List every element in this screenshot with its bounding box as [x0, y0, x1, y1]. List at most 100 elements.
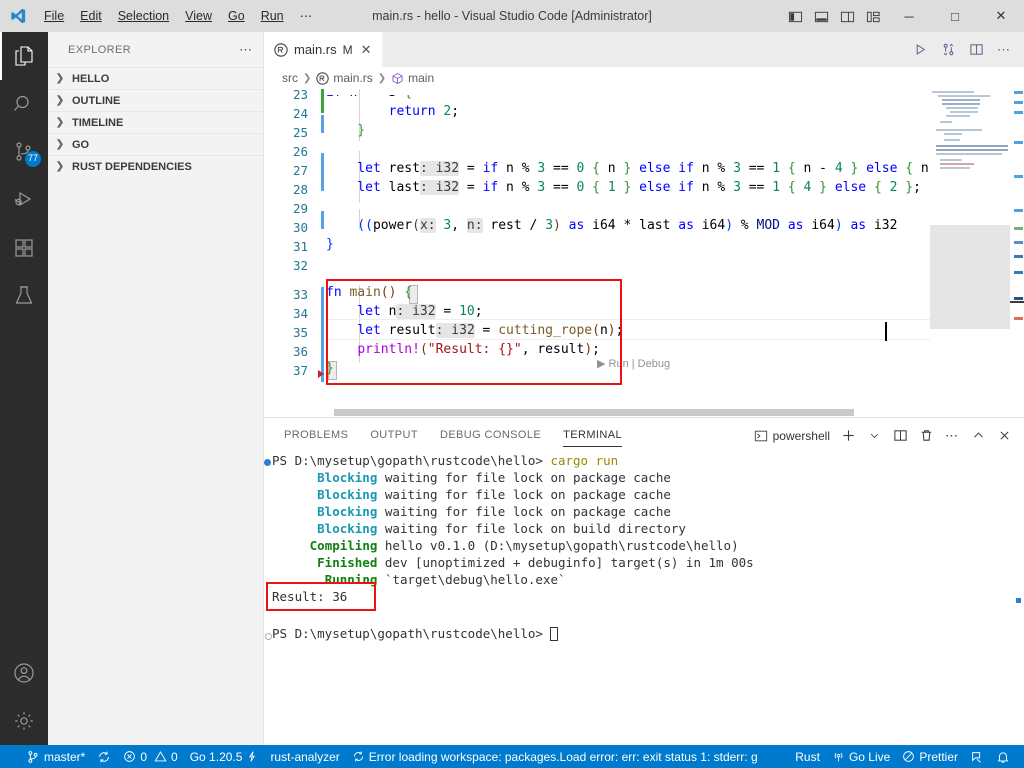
toggle-primary-sidebar-icon[interactable] [782, 0, 808, 32]
minimap-line [936, 145, 1008, 147]
panel-scrollbar-marker [1016, 598, 1021, 603]
editor-vertical-scrollbar[interactable] [1010, 89, 1024, 417]
chevron-right-icon: ❯ [55, 95, 65, 106]
breadcrumb-item-main-rs[interactable]: main.rs [316, 71, 373, 85]
tab-debug-console[interactable]: DEBUG CONSOLE [440, 418, 541, 453]
beaker-icon [12, 284, 36, 308]
current-line-top-border [326, 319, 1024, 320]
breadcrumb-item-main[interactable]: main [391, 71, 434, 85]
terminal-text: waiting for file lock on package cache [377, 504, 671, 519]
editor-group: main.rs M ✕ ⋯ src ❯ main.rs ❯ main 23 24… [264, 32, 1024, 417]
sidebar-more-actions-icon[interactable]: ⋯ [239, 42, 253, 58]
sidebar-item-testing[interactable] [0, 272, 48, 320]
status-language-mode[interactable]: Rust [789, 745, 826, 768]
codelens-run-debug[interactable]: ▶ Run | Debug [597, 357, 670, 370]
terminal-selector[interactable]: powershell [750, 429, 834, 443]
split-editor-icon[interactable] [962, 32, 990, 67]
accounts-button[interactable] [0, 649, 48, 697]
status-problems[interactable]: 0 0 [117, 745, 183, 768]
status-bar: master* 0 0 Go 1.20.5 rust-analyzer Erro… [0, 745, 1024, 768]
sync-icon [352, 750, 365, 763]
maximize-panel-icon[interactable] [966, 423, 990, 449]
line-number-gutter: 23 24 25 26 27 28 29 30 31 32 33 34 35 3… [264, 89, 326, 417]
tab-dirty-badge: M [342, 42, 353, 57]
new-terminal-icon[interactable] [836, 423, 860, 449]
menu-more-label: ⋯ [299, 9, 313, 23]
code-editor[interactable]: 23 24 25 26 27 28 29 30 31 32 33 34 35 3… [264, 89, 1024, 417]
minimap-line [936, 149, 1008, 151]
menu-view-label: View [185, 9, 213, 23]
customize-layout-icon[interactable] [860, 0, 886, 32]
terminal-text: dev [unoptimized + debuginfo] target(s) … [377, 555, 754, 570]
manage-settings-button[interactable] [0, 697, 48, 745]
menu-edit[interactable]: Edit [72, 0, 110, 32]
split-terminal-icon[interactable] [888, 423, 912, 449]
sidebar-item-source-control[interactable]: 77 [0, 128, 48, 176]
menu-more[interactable]: ⋯ [292, 0, 321, 32]
terminal-line-3: Blocking waiting for file lock on packag… [272, 504, 671, 519]
bell-icon [996, 750, 1010, 764]
minimize-button[interactable]: ─ [886, 0, 932, 32]
terminal-output[interactable]: PS D:\mysetup\gopath\rustcode\hello> car… [264, 453, 1024, 745]
toggle-panel-icon[interactable] [808, 0, 834, 32]
command-success-marker [264, 459, 271, 466]
terminal-line-7: Running `target\debug\hello.exe` [272, 572, 566, 587]
tab-terminal[interactable]: TERMINAL [563, 418, 622, 453]
sidebar-section-outline[interactable]: ❯ OUTLINE [48, 89, 263, 111]
activity-bar-bottom [0, 649, 48, 745]
status-go-workspace-error[interactable]: Error loading workspace: packages.Load e… [346, 745, 764, 768]
sidebar-item-search[interactable] [0, 80, 48, 128]
menu-run[interactable]: Run [253, 0, 292, 32]
minimap-line [938, 95, 990, 97]
minimap-line [940, 159, 962, 161]
editor-horizontal-scrollbar-thumb[interactable] [334, 409, 854, 416]
toggle-secondary-sidebar-icon[interactable] [834, 0, 860, 32]
status-go-version[interactable]: Go 1.20.5 [184, 745, 265, 768]
tab-close-icon[interactable]: ✕ [359, 42, 372, 58]
status-rust-analyzer[interactable]: rust-analyzer [264, 745, 345, 768]
sidebar-item-extensions[interactable] [0, 224, 48, 272]
sidebar-section-rust-dependencies[interactable]: ❯ RUST DEPENDENCIES [48, 155, 263, 177]
menu-selection[interactable]: Selection [110, 0, 177, 32]
minimap-slider[interactable] [930, 225, 1010, 329]
sidebar-item-run-and-debug[interactable] [0, 176, 48, 224]
status-notifications[interactable] [990, 745, 1024, 768]
breadcrumb-item-src[interactable]: src [282, 71, 298, 85]
close-panel-icon[interactable] [992, 423, 1016, 449]
kill-terminal-icon[interactable] [914, 423, 938, 449]
status-feedback[interactable] [964, 745, 990, 768]
panel-more-actions-icon[interactable]: ⋯ [940, 423, 964, 449]
menu-file[interactable]: File [36, 0, 72, 32]
status-go-live[interactable]: Go Live [826, 745, 896, 768]
status-prettier[interactable]: Prettier [896, 745, 964, 768]
menu-run-label: Run [260, 9, 284, 23]
terminal-text: waiting for file lock on package cache [377, 487, 671, 502]
sidebar-section-hello[interactable]: ❯ HELLO [48, 67, 263, 89]
tab-main-rs[interactable]: main.rs M ✕ [264, 32, 383, 67]
minimap[interactable] [930, 89, 1010, 417]
editor-more-actions-icon[interactable]: ⋯ [990, 32, 1018, 67]
sidebar-section-go[interactable]: ❯ GO [48, 133, 263, 155]
menu-view[interactable]: View [177, 0, 220, 32]
sidebar-item-explorer[interactable] [0, 32, 48, 80]
tab-output[interactable]: OUTPUT [370, 418, 418, 453]
close-button[interactable]: ✕ [978, 0, 1024, 32]
line-number: 31 [292, 239, 308, 254]
tab-problems[interactable]: PROBLEMS [284, 418, 348, 453]
status-sync[interactable] [91, 745, 117, 768]
run-debug-icon[interactable] [934, 32, 962, 67]
maximize-button[interactable]: □ [932, 0, 978, 32]
menu-go[interactable]: Go [220, 0, 253, 32]
status-branch[interactable]: master* [20, 745, 91, 768]
status-rust-analyzer-label: rust-analyzer [270, 749, 340, 764]
editor-horizontal-scrollbar[interactable] [326, 407, 1024, 417]
run-code-icon[interactable] [906, 32, 934, 67]
sidebar-section-label: OUTLINE [72, 94, 121, 107]
terminal-dropdown-icon[interactable] [862, 423, 886, 449]
sidebar-section-timeline[interactable]: ❯ TIMELINE [48, 111, 263, 133]
sidebar-header: EXPLORER ⋯ [48, 32, 263, 67]
minimap-line [940, 167, 970, 169]
lightning-icon [246, 750, 258, 763]
files-icon [12, 44, 36, 68]
terminal-line-4: Blocking waiting for file lock on build … [272, 521, 686, 536]
